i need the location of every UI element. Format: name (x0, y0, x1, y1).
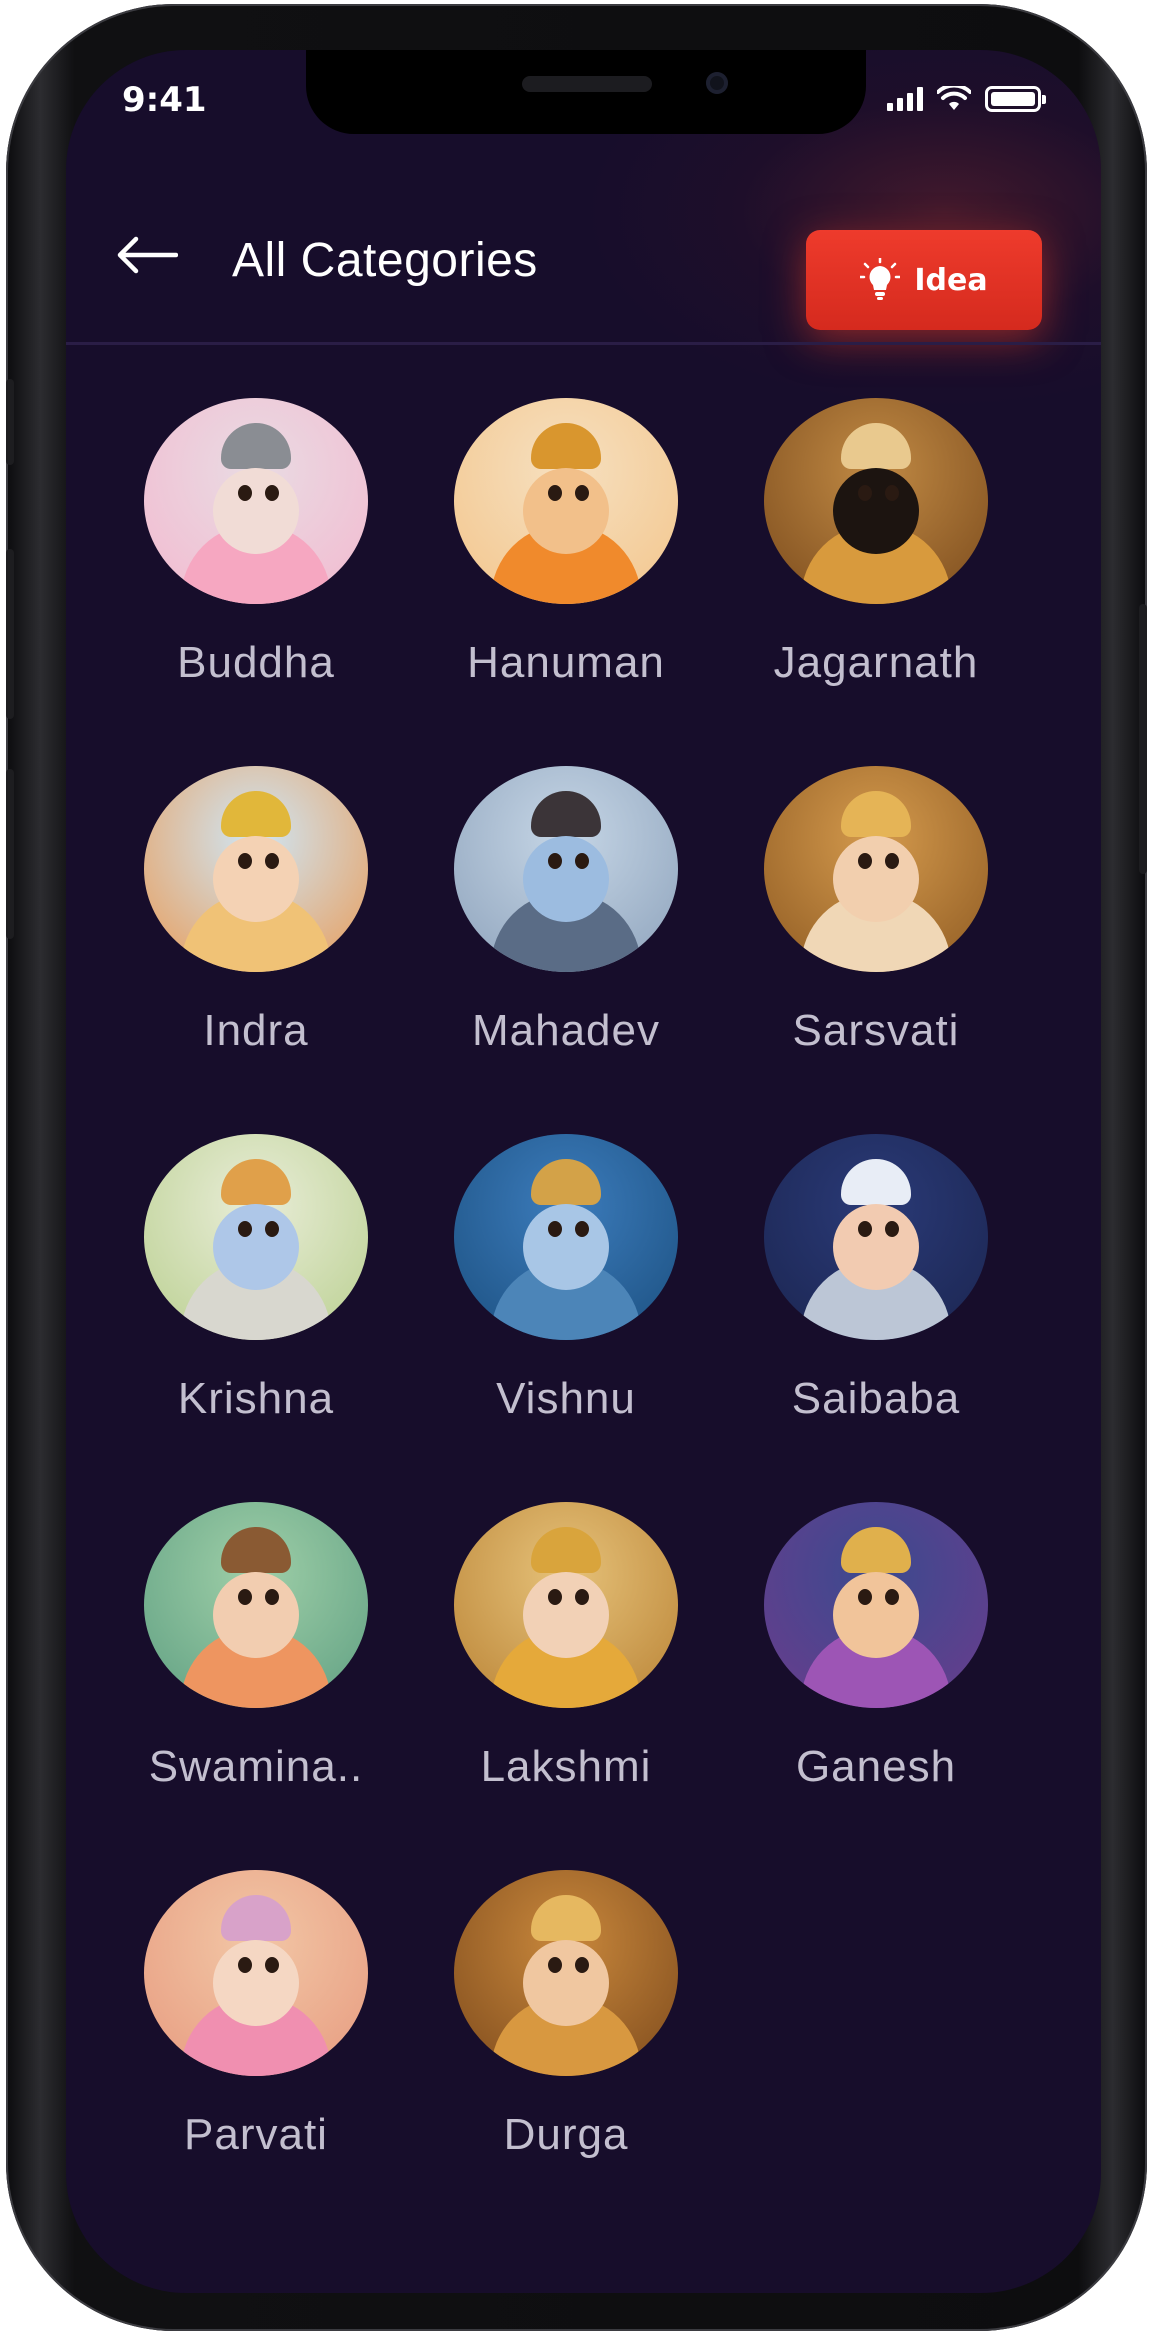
category-avatar (764, 398, 988, 604)
back-arrow-icon (117, 236, 178, 274)
notch (306, 50, 866, 134)
power-button (1139, 604, 1147, 874)
category-avatar (454, 1134, 678, 1340)
category-avatar (144, 398, 368, 604)
category-label: Hanuman (467, 638, 665, 687)
category-label: Jagarnath (773, 638, 979, 687)
category-avatar (454, 1502, 678, 1708)
category-grid: Buddha Hanuman Jagarnath Indra Mahadev Sarsva… (136, 398, 1066, 2160)
category-label: Durga (503, 2110, 629, 2159)
category-avatar (144, 1134, 368, 1340)
category-label: Sarsvati (792, 1006, 960, 1055)
category-item[interactable]: Durga (446, 1870, 686, 2160)
category-label: Buddha (177, 638, 335, 687)
category-avatar (454, 1870, 678, 2076)
category-label: Indra (203, 1006, 309, 1055)
cellular-signal-icon (887, 87, 923, 111)
category-item[interactable]: Mahadev (446, 766, 686, 1056)
category-avatar (764, 766, 988, 972)
category-item[interactable]: Buddha (136, 398, 376, 688)
category-avatar (454, 766, 678, 972)
category-item[interactable]: Parvati (136, 1870, 376, 2160)
header-divider (66, 342, 1101, 345)
category-item[interactable]: Ganesh (756, 1502, 996, 1792)
status-icons (887, 86, 1046, 112)
category-avatar (144, 1870, 368, 2076)
volume-up-button (6, 549, 14, 719)
category-item[interactable]: Jagarnath (756, 398, 996, 688)
battery-icon (985, 86, 1046, 112)
category-label: Swamina.. (148, 1742, 364, 1791)
category-label: Krishna (177, 1374, 335, 1423)
category-label: Parvati (184, 2110, 328, 2159)
silent-switch (6, 379, 14, 465)
category-label: Lakshmi (480, 1742, 652, 1791)
category-item[interactable]: Krishna (136, 1134, 376, 1424)
idea-button[interactable]: Idea (806, 230, 1042, 330)
page-title: All Categories (232, 234, 538, 287)
category-avatar (144, 766, 368, 972)
idea-label: Idea (914, 262, 988, 298)
app-screen: 9:41 All Categories Idea Buddha Hanuman … (66, 50, 1101, 2293)
category-item[interactable]: Indra (136, 766, 376, 1056)
category-label: Saibaba (791, 1374, 961, 1423)
category-avatar (764, 1502, 988, 1708)
category-label: Mahadev (471, 1006, 660, 1055)
phone-frame: 9:41 All Categories Idea Buddha Hanuman … (6, 4, 1147, 2331)
volume-down-button (6, 769, 14, 939)
app-header: All Categories Idea (66, 170, 1101, 330)
category-avatar (144, 1502, 368, 1708)
status-time: 9:41 (122, 80, 207, 120)
category-item[interactable]: Hanuman (446, 398, 686, 688)
category-item[interactable]: Vishnu (446, 1134, 686, 1424)
earpiece-speaker (522, 76, 652, 92)
category-item[interactable]: Swamina.. (136, 1502, 376, 1792)
back-button[interactable] (114, 230, 180, 280)
category-item[interactable]: Sarsvati (756, 766, 996, 1056)
lightbulb-icon (860, 258, 901, 300)
wifi-icon (937, 86, 971, 110)
category-avatar (454, 398, 678, 604)
category-item[interactable]: Lakshmi (446, 1502, 686, 1792)
front-camera (706, 72, 728, 94)
category-item[interactable]: Saibaba (756, 1134, 996, 1424)
category-label: Vishnu (496, 1374, 636, 1423)
category-avatar (764, 1134, 988, 1340)
category-label: Ganesh (795, 1742, 957, 1791)
